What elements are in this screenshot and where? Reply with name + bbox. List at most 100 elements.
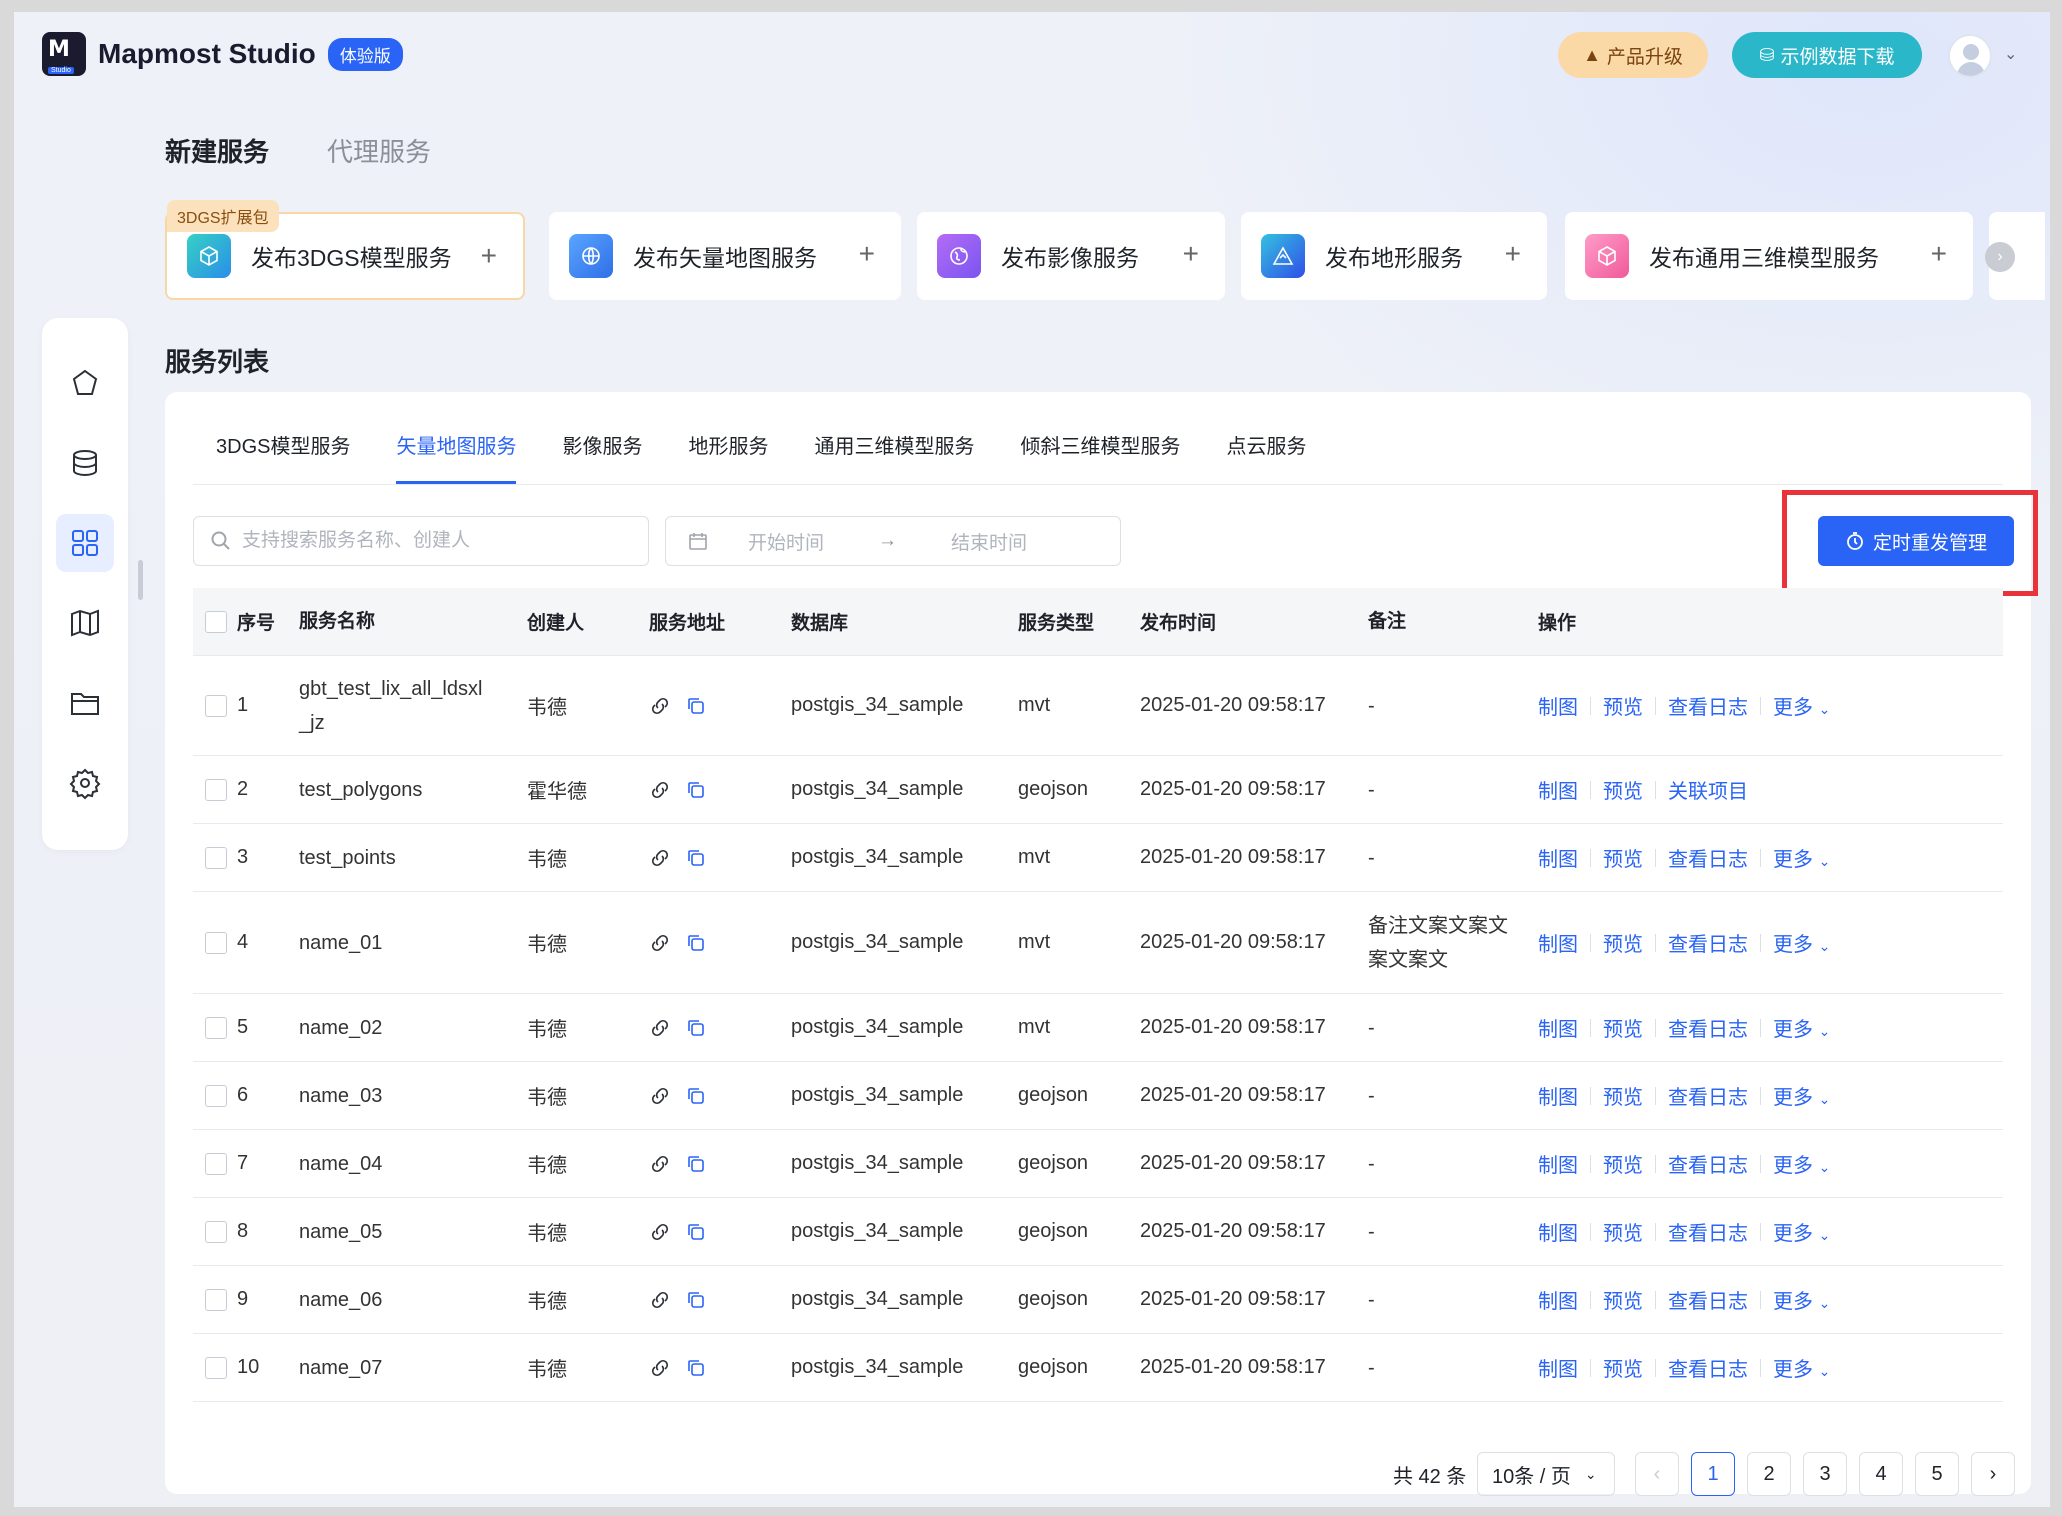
page-button-4[interactable]: 4 — [1859, 1452, 1903, 1496]
row-checkbox[interactable] — [205, 1356, 227, 1379]
row-checkbox[interactable] — [205, 1220, 227, 1243]
copy-icon[interactable] — [685, 1153, 707, 1175]
more-actions-dropdown[interactable]: 更多 ⌄ — [1773, 843, 1830, 872]
sidebar-resize-handle[interactable] — [138, 560, 143, 600]
row-checkbox[interactable] — [205, 1152, 227, 1175]
link-icon[interactable] — [649, 1017, 671, 1039]
more-actions-dropdown[interactable]: 更多 ⌄ — [1773, 928, 1830, 957]
end-time-input[interactable]: 结束时间 — [951, 528, 1027, 555]
action-link[interactable]: 预览 — [1603, 1081, 1643, 1110]
copy-icon[interactable] — [685, 1017, 707, 1039]
plus-icon[interactable]: + — [1931, 240, 1947, 268]
sidebar-item-home[interactable] — [56, 354, 114, 412]
row-checkbox[interactable] — [205, 1084, 227, 1107]
copy-icon[interactable] — [685, 847, 707, 869]
action-link[interactable]: 预览 — [1603, 1353, 1643, 1382]
row-checkbox[interactable] — [205, 931, 227, 954]
tab-terrain[interactable]: 地形服务 — [688, 430, 768, 484]
action-link[interactable]: 查看日志 — [1668, 1285, 1748, 1314]
date-range-picker[interactable]: 开始时间 → 结束时间 — [665, 516, 1121, 566]
sidebar-item-settings[interactable] — [56, 754, 114, 812]
action-link[interactable]: 制图 — [1538, 1353, 1578, 1382]
action-link[interactable]: 预览 — [1603, 928, 1643, 957]
chevron-right-icon[interactable]: › — [1985, 242, 2015, 272]
tab-imagery[interactable]: 影像服务 — [562, 430, 642, 484]
action-link[interactable]: 预览 — [1603, 775, 1643, 804]
action-link[interactable]: 预览 — [1603, 1217, 1643, 1246]
plus-icon[interactable]: + — [859, 240, 875, 268]
action-link[interactable]: 预览 — [1603, 1149, 1643, 1178]
search-input[interactable] — [242, 530, 642, 552]
card-publish-3dgs[interactable]: 3DGS扩展包 发布3DGS模型服务 + — [165, 200, 525, 300]
more-actions-dropdown[interactable]: 更多 ⌄ — [1773, 1285, 1830, 1314]
plus-icon[interactable]: + — [481, 242, 497, 270]
sidebar-item-map[interactable] — [56, 594, 114, 652]
action-link[interactable]: 制图 — [1538, 1149, 1578, 1178]
link-icon[interactable] — [649, 779, 671, 801]
next-page-button[interactable]: › — [1971, 1452, 2015, 1496]
action-link[interactable]: 关联项目 — [1668, 775, 1748, 804]
page-size-select[interactable]: 10条 / 页 ⌄ — [1477, 1452, 1615, 1496]
tab-vector-map[interactable]: 矢量地图服务 — [396, 430, 517, 484]
action-link[interactable]: 查看日志 — [1668, 1081, 1748, 1110]
action-link[interactable]: 制图 — [1538, 691, 1578, 720]
user-avatar[interactable] — [1948, 34, 1992, 78]
link-icon[interactable] — [649, 847, 671, 869]
action-link[interactable]: 预览 — [1603, 843, 1643, 872]
more-actions-dropdown[interactable]: 更多 ⌄ — [1773, 1217, 1830, 1246]
copy-icon[interactable] — [685, 1085, 707, 1107]
link-icon[interactable] — [649, 1221, 671, 1243]
link-icon[interactable] — [649, 1357, 671, 1379]
chevron-down-icon[interactable]: ⌄ — [2004, 44, 2017, 64]
page-button-3[interactable]: 3 — [1803, 1452, 1847, 1496]
action-link[interactable]: 预览 — [1603, 1013, 1643, 1042]
select-all-checkbox[interactable] — [205, 610, 227, 633]
action-link[interactable]: 查看日志 — [1668, 691, 1748, 720]
action-link[interactable]: 查看日志 — [1668, 1353, 1748, 1382]
action-link[interactable]: 制图 — [1538, 1013, 1578, 1042]
link-icon[interactable] — [649, 1085, 671, 1107]
card-publish-vector-map[interactable]: 发布矢量地图服务 + — [549, 212, 901, 300]
action-link[interactable]: 查看日志 — [1668, 928, 1748, 957]
row-checkbox[interactable] — [205, 1288, 227, 1311]
copy-icon[interactable] — [685, 779, 707, 801]
row-checkbox[interactable] — [205, 778, 227, 801]
copy-icon[interactable] — [685, 932, 707, 954]
more-actions-dropdown[interactable]: 更多 ⌄ — [1773, 1013, 1830, 1042]
tab-3d-model[interactable]: 通用三维模型服务 — [814, 430, 974, 484]
action-link[interactable]: 制图 — [1538, 1217, 1578, 1246]
action-link[interactable]: 制图 — [1538, 928, 1578, 957]
action-link[interactable]: 预览 — [1603, 1285, 1643, 1314]
tab-point-cloud[interactable]: 点云服务 — [1226, 430, 1306, 484]
action-link[interactable]: 预览 — [1603, 691, 1643, 720]
upgrade-button[interactable]: ▲ 产品升级 — [1558, 32, 1708, 78]
copy-icon[interactable] — [685, 695, 707, 717]
more-actions-dropdown[interactable]: 更多 ⌄ — [1773, 1353, 1830, 1382]
action-link[interactable]: 查看日志 — [1668, 843, 1748, 872]
tab-3dgs-model[interactable]: 3DGS模型服务 — [216, 430, 350, 484]
row-checkbox[interactable] — [205, 694, 227, 717]
schedule-resend-button[interactable]: 定时重发管理 — [1818, 516, 2014, 566]
card-publish-terrain[interactable]: 发布地形服务 + — [1241, 212, 1547, 300]
page-button-1[interactable]: 1 — [1691, 1452, 1735, 1496]
action-link[interactable]: 制图 — [1538, 1285, 1578, 1314]
action-link[interactable]: 查看日志 — [1668, 1217, 1748, 1246]
sidebar-item-services[interactable] — [56, 514, 114, 572]
sidebar-item-folder[interactable] — [56, 674, 114, 732]
search-field[interactable] — [193, 516, 649, 566]
more-actions-dropdown[interactable]: 更多 ⌄ — [1773, 1081, 1830, 1110]
action-link[interactable]: 查看日志 — [1668, 1013, 1748, 1042]
page-button-2[interactable]: 2 — [1747, 1452, 1791, 1496]
tab-new-service[interactable]: 新建服务 — [165, 132, 269, 169]
link-icon[interactable] — [649, 932, 671, 954]
prev-page-button[interactable]: ‹ — [1635, 1452, 1679, 1496]
tab-oblique-model[interactable]: 倾斜三维模型服务 — [1020, 430, 1180, 484]
action-link[interactable]: 查看日志 — [1668, 1149, 1748, 1178]
action-link[interactable]: 制图 — [1538, 1081, 1578, 1110]
link-icon[interactable] — [649, 695, 671, 717]
page-button-5[interactable]: 5 — [1915, 1452, 1959, 1496]
copy-icon[interactable] — [685, 1357, 707, 1379]
link-icon[interactable] — [649, 1289, 671, 1311]
card-publish-imagery[interactable]: 发布影像服务 + — [917, 212, 1225, 300]
tab-proxy-service[interactable]: 代理服务 — [327, 132, 431, 169]
